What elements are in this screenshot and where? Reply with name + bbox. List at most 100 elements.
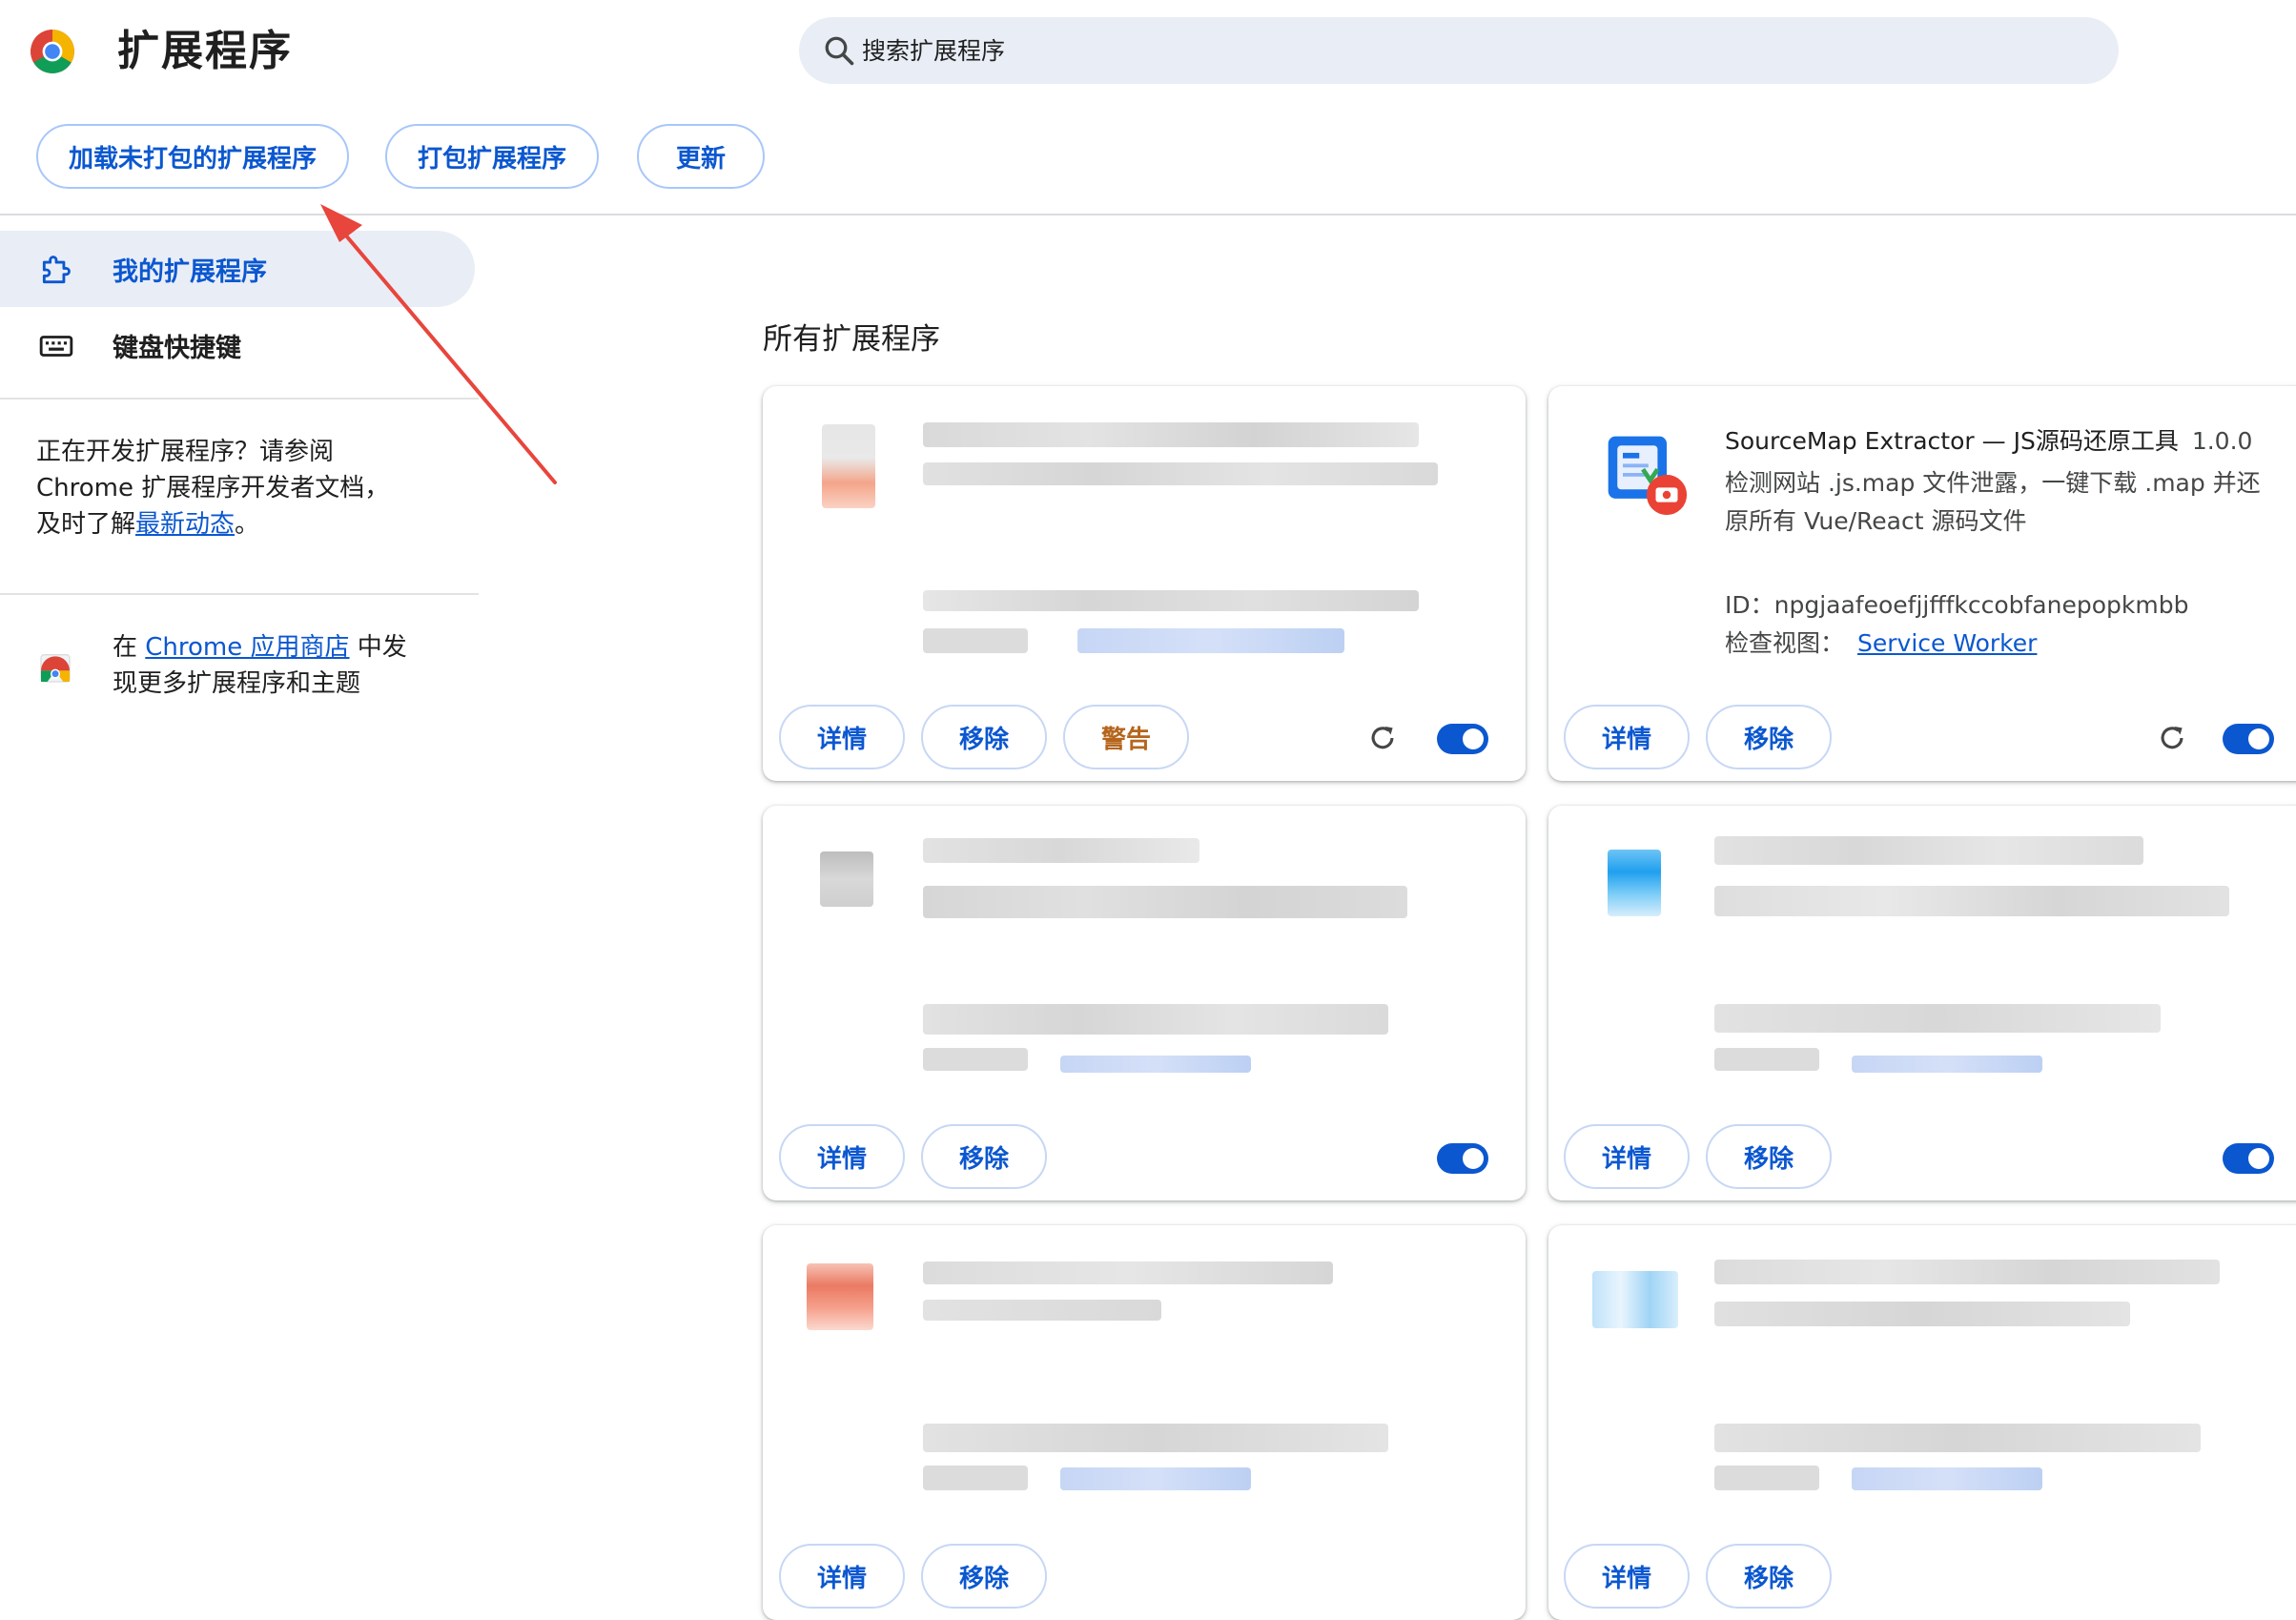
- web-store-prefix: 在: [113, 633, 146, 662]
- sidebar-divider: [0, 593, 479, 595]
- search-bar[interactable]: [799, 17, 2119, 84]
- enable-toggle[interactable]: [1437, 724, 1488, 754]
- extension-id-redacted: [1714, 1004, 2161, 1033]
- web-store-line: 在 Chrome 应用商店 中发: [113, 629, 407, 666]
- web-store-text: 在 Chrome 应用商店 中发 现更多扩展程序和主题: [113, 629, 407, 702]
- web-store-line: 现更多扩展程序和主题: [113, 669, 361, 698]
- load-unpacked-button[interactable]: 加载未打包的扩展程序: [36, 124, 349, 189]
- extension-id-redacted: [923, 590, 1419, 611]
- sidebar-item-my-extensions[interactable]: 我的扩展程序: [0, 231, 475, 307]
- extension-card: 详情 移除: [1548, 1225, 2296, 1620]
- extension-id-redacted: [1714, 1424, 2201, 1452]
- remove-button[interactable]: 移除: [921, 1544, 1047, 1609]
- service-worker-link[interactable]: Service Worker: [1857, 629, 2037, 657]
- sourcemap-extension-icon: [1608, 436, 1688, 516]
- details-button[interactable]: 详情: [779, 1124, 905, 1189]
- developer-info-prefix: 及时了解: [36, 510, 136, 539]
- extension-view-redacted: [923, 628, 1028, 653]
- sidebar-item-label: 键盘快捷键: [113, 333, 241, 363]
- details-button[interactable]: 详情: [1564, 1124, 1690, 1189]
- toggle-knob: [1463, 728, 1484, 749]
- puzzle-icon: [42, 256, 71, 284]
- section-title: 所有扩展程序: [763, 322, 940, 357]
- extension-view-redacted: [923, 1466, 1028, 1490]
- extension-name-redacted: [923, 1261, 1333, 1284]
- inspect-views: 检查视图： Service Worker: [1725, 625, 2037, 659]
- remove-button[interactable]: 移除: [921, 1124, 1047, 1189]
- enable-toggle[interactable]: [2223, 1143, 2274, 1174]
- toggle-knob: [2248, 728, 2269, 749]
- enable-toggle[interactable]: [1437, 1143, 1488, 1174]
- extension-name-redacted: [1714, 1260, 2220, 1284]
- keyboard-icon: [39, 336, 73, 357]
- extension-icon: [1592, 1271, 1678, 1328]
- warning-button[interactable]: 警告: [1063, 705, 1189, 769]
- details-button[interactable]: 详情: [1564, 1544, 1690, 1609]
- details-button[interactable]: 详情: [779, 705, 905, 769]
- extension-icon: [822, 424, 875, 508]
- update-button[interactable]: 更新: [637, 124, 765, 189]
- extension-view-redacted: [923, 1048, 1028, 1071]
- chrome-web-store-link[interactable]: Chrome 应用商店: [145, 633, 349, 662]
- remove-button[interactable]: 移除: [1706, 705, 1832, 769]
- developer-info-line: Chrome 扩展程序开发者文档，: [36, 474, 390, 502]
- extension-desc-redacted: [923, 1300, 1161, 1321]
- extension-card-sourcemap: SourceMap Extractor — JS源码还原工具 1.0.0 检测网站…: [1548, 386, 2296, 781]
- developer-info-text: 正在开发扩展程序？请参阅 Chrome 扩展程序开发者文档， 及时了解最新动态。: [36, 434, 389, 543]
- extension-id-redacted: [923, 1004, 1388, 1035]
- extension-view-link-redacted: [1060, 1467, 1251, 1490]
- extension-view-link-redacted: [1852, 1056, 2042, 1073]
- extension-card: 详情 移除: [1548, 806, 2296, 1200]
- extension-icon: [1608, 850, 1661, 916]
- toggle-knob: [1463, 1148, 1484, 1169]
- chrome-logo-icon: [31, 30, 74, 73]
- extension-description-line: 检测网站 .js.map 文件泄露，一键下载 .map 并还: [1725, 469, 2261, 497]
- extension-card: 详情 移除: [763, 806, 1526, 1200]
- extension-description-line: 原所有 Vue/React 源码文件: [1725, 507, 2027, 535]
- extension-view-link-redacted: [1077, 628, 1344, 653]
- extension-icon: [820, 851, 873, 907]
- extension-view-link-redacted: [1852, 1467, 2042, 1490]
- remove-button[interactable]: 移除: [921, 705, 1047, 769]
- sidebar-item-label: 我的扩展程序: [113, 256, 267, 287]
- extension-version: 1.0.0: [2191, 427, 2253, 455]
- latest-news-link[interactable]: 最新动态: [135, 510, 235, 539]
- extension-view-redacted: [1714, 1048, 1819, 1071]
- extension-name-redacted: [923, 422, 1419, 447]
- extension-title: SourceMap Extractor — JS源码还原工具: [1725, 427, 2179, 455]
- toggle-knob: [2248, 1148, 2269, 1169]
- page-title: 扩展程序: [117, 27, 293, 75]
- remove-button[interactable]: 移除: [1706, 1544, 1832, 1609]
- developer-info-suffix: 。: [235, 510, 260, 539]
- inspect-views-label: 检查视图：: [1725, 629, 1845, 657]
- extension-desc-redacted: [1714, 886, 2229, 916]
- sidebar-item-keyboard-shortcuts[interactable]: 键盘快捷键: [0, 307, 475, 383]
- extension-name: SourceMap Extractor — JS源码还原工具 1.0.0: [1725, 422, 2252, 457]
- header-divider: [0, 214, 2296, 215]
- details-button[interactable]: 详情: [779, 1544, 905, 1609]
- developer-info-line: 及时了解最新动态。: [36, 506, 389, 543]
- enable-toggle[interactable]: [2223, 724, 2274, 754]
- developer-info-line: 正在开发扩展程序？请参阅: [36, 438, 335, 466]
- reload-icon[interactable]: [2156, 722, 2188, 754]
- extension-name-redacted: [923, 838, 1199, 863]
- search-input[interactable]: [862, 17, 2082, 84]
- sidebar-divider: [0, 398, 479, 400]
- extension-id: ID：npgjaafeoefjjfffkccobfanepopkmbb: [1725, 591, 2189, 619]
- extension-desc-redacted: [1714, 1302, 2130, 1326]
- web-store-suffix: 中发: [349, 633, 407, 662]
- remove-button[interactable]: 移除: [1706, 1124, 1832, 1189]
- details-button[interactable]: 详情: [1564, 705, 1690, 769]
- extension-card: 详情 移除: [763, 1225, 1526, 1620]
- pack-extension-button[interactable]: 打包扩展程序: [385, 124, 599, 189]
- search-icon: [825, 36, 854, 66]
- extension-name-redacted: [1714, 836, 2143, 865]
- extension-desc-redacted: [923, 886, 1407, 918]
- extension-desc-redacted: [923, 462, 1438, 485]
- reload-icon[interactable]: [1366, 722, 1399, 754]
- extension-view-link-redacted: [1060, 1056, 1251, 1073]
- extension-view-redacted: [1714, 1466, 1819, 1490]
- extension-icon: [807, 1263, 873, 1330]
- chrome-web-store-icon: [40, 654, 71, 683]
- extension-card: 详情 移除 警告: [763, 386, 1526, 781]
